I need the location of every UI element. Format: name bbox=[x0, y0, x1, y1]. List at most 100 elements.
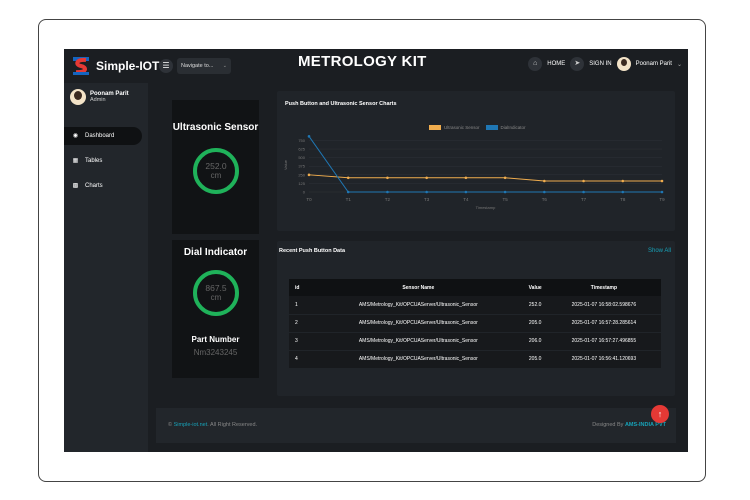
sidebar-item-label: Charts bbox=[85, 183, 103, 189]
cell-value: 205.0 bbox=[523, 350, 547, 369]
x-tick-label: T8 bbox=[620, 197, 626, 202]
app-window: Simple-IOT ☰ Navigate to... ⌄ METROLOGY … bbox=[64, 49, 688, 452]
table-row[interactable]: 1 AMS/Metrology_Kit/OPCUAServer/Ultrason… bbox=[289, 296, 661, 315]
top-navbar: Simple-IOT ☰ Navigate to... ⌄ METROLOGY … bbox=[64, 49, 688, 83]
scroll-to-top-button[interactable]: ↑ bbox=[651, 405, 669, 423]
cell-id: 1 bbox=[289, 296, 313, 315]
data-point bbox=[464, 190, 468, 194]
data-point bbox=[346, 176, 350, 180]
y-tick-label: 250 bbox=[298, 172, 305, 177]
table-panel: Recent Push Button Data Show All id Sens… bbox=[277, 241, 675, 396]
ultrasonic-unit: cm bbox=[210, 171, 222, 180]
cell-id: 4 bbox=[289, 350, 313, 369]
data-point bbox=[425, 176, 428, 180]
ultrasonic-card: Ultrasonic Sensor 252.0 cm bbox=[172, 100, 259, 234]
cell-sensor-name: AMS/Metrology_Kit/OPCUAServer/Ultrasonic… bbox=[313, 350, 524, 369]
part-number-value: Nm3243245 bbox=[193, 348, 238, 357]
sign-in-icon[interactable]: ➤ bbox=[570, 57, 585, 71]
y-axis-label: Value bbox=[283, 159, 288, 170]
cell-timestamp: 2025-01-07 16:56:41.120693 bbox=[546, 350, 661, 369]
home-link[interactable]: HOME bbox=[547, 61, 565, 67]
x-tick-label: T7 bbox=[581, 197, 587, 202]
data-point bbox=[621, 179, 625, 183]
x-tick-label: T5 bbox=[502, 197, 508, 202]
y-tick-label: 500 bbox=[298, 155, 305, 160]
page-title: METROLOGY KIT bbox=[298, 53, 427, 70]
user-avatar-icon[interactable] bbox=[616, 57, 631, 71]
data-point bbox=[660, 190, 664, 194]
sidebar-item-label: Dashboard bbox=[85, 133, 115, 139]
y-tick-label: 625 bbox=[298, 147, 305, 152]
dial-title: Dial Indicator bbox=[183, 247, 248, 258]
data-point bbox=[307, 173, 311, 177]
brand[interactable]: Simple-IOT bbox=[72, 56, 159, 76]
data-point bbox=[582, 190, 585, 194]
table-row[interactable]: 3 AMS/Metrology_Kit/OPCUAServer/Ultrason… bbox=[289, 332, 661, 351]
copyright-symbol: © bbox=[168, 422, 173, 428]
sidebar-user: Poonam Parit Admin bbox=[70, 89, 129, 105]
navigate-select[interactable]: Navigate to... ⌄ bbox=[177, 58, 231, 74]
x-tick-label: T1 bbox=[346, 197, 352, 202]
sidebar-item-label: Tables bbox=[85, 158, 103, 164]
table-row[interactable]: 2 AMS/Metrology_Kit/OPCUAServer/Ultrason… bbox=[289, 314, 661, 333]
cell-id: 2 bbox=[289, 314, 313, 333]
data-point bbox=[543, 179, 546, 183]
cell-value: 205.0 bbox=[523, 314, 547, 333]
user-menu-name[interactable]: Poonam Parit bbox=[636, 61, 672, 67]
sidebar-item-tables[interactable]: ▦ Tables bbox=[64, 152, 142, 170]
cell-sensor-name: AMS/Metrology_Kit/OPCUAServer/Ultrasonic… bbox=[313, 332, 524, 351]
ultrasonic-title: Ultrasonic Sensor bbox=[172, 122, 259, 133]
data-point bbox=[503, 176, 507, 180]
line-chart: 750 625 500 375 250 125 0 Value T0 T1 T2 T3 T4 T5 T6 T7… bbox=[283, 135, 665, 210]
cell-sensor-name: AMS/Metrology_Kit/OPCUAServer/Ultrasonic… bbox=[313, 296, 524, 315]
column-header-timestamp[interactable]: Timestamp bbox=[546, 279, 661, 296]
ultrasonic-value: 252.0 bbox=[205, 161, 227, 171]
home-icon[interactable]: ⌂ bbox=[528, 57, 543, 71]
data-point bbox=[386, 190, 389, 194]
site-link[interactable]: Simple-iot.net bbox=[174, 422, 208, 428]
sidebar: Poonam Parit Admin ◉ Dashboard ▦ Tables … bbox=[64, 83, 148, 452]
y-tick-label: 750 bbox=[298, 138, 305, 143]
column-header-sensor-name[interactable]: Sensor Name bbox=[313, 279, 524, 296]
x-axis-label: Timestamp bbox=[476, 205, 496, 210]
column-header-value[interactable]: Value bbox=[523, 279, 547, 296]
data-point bbox=[346, 190, 350, 194]
menu-toggle-icon[interactable]: ☰ bbox=[159, 59, 173, 73]
cell-timestamp: 2025-01-07 16:57:28.285614 bbox=[546, 314, 661, 333]
sign-in-link[interactable]: SIGN IN bbox=[589, 61, 611, 67]
chevron-down-icon[interactable]: ⌄ bbox=[677, 61, 682, 68]
cell-value: 206.0 bbox=[523, 332, 547, 351]
cell-id: 3 bbox=[289, 332, 313, 351]
ultrasonic-gauge: 252.0 cm bbox=[193, 148, 239, 194]
footer-credit: Designed By AMS-INDIA PVT bbox=[592, 422, 666, 428]
chart-panel: Push Button and Ultrasonic Sensor Charts… bbox=[277, 91, 675, 231]
dial-gauge: 867.5 cm bbox=[193, 270, 239, 316]
data-point bbox=[425, 190, 428, 194]
data-point bbox=[660, 179, 664, 183]
chevron-down-icon: ⌄ bbox=[222, 63, 227, 69]
data-point bbox=[582, 179, 585, 183]
dial-card: Dial Indicator 867.5 cm Part Number Nm32… bbox=[172, 240, 259, 378]
x-tick-label: T0 bbox=[306, 197, 312, 202]
footer: © Simple-iot.net. All Right Reserved. De… bbox=[156, 408, 676, 443]
cell-sensor-name: AMS/Metrology_Kit/OPCUAServer/Ultrasonic… bbox=[313, 314, 524, 333]
column-header-id[interactable]: id bbox=[289, 279, 313, 296]
table-row[interactable]: 4 AMS/Metrology_Kit/OPCUAServer/Ultrason… bbox=[289, 350, 661, 369]
x-tick-label: T3 bbox=[424, 197, 430, 202]
x-tick-label: T6 bbox=[542, 197, 548, 202]
show-all-link[interactable]: Show All bbox=[648, 248, 671, 254]
x-tick-label: T2 bbox=[385, 197, 391, 202]
sidebar-item-charts[interactable]: ▩ Charts bbox=[64, 177, 142, 195]
y-tick-label: 0 bbox=[303, 190, 306, 195]
data-point bbox=[307, 135, 311, 138]
footer-copyright: © Simple-iot.net. All Right Reserved. bbox=[168, 422, 257, 428]
rights-text: . All Right Reserved. bbox=[207, 422, 258, 428]
y-tick-label: 375 bbox=[298, 164, 305, 169]
brand-logo-icon bbox=[72, 56, 90, 76]
brand-name: Simple-IOT bbox=[96, 59, 160, 73]
series-line bbox=[308, 174, 662, 182]
sidebar-item-dashboard[interactable]: ◉ Dashboard bbox=[64, 127, 142, 145]
table-header-row: id Sensor Name Value Timestamp bbox=[289, 279, 661, 296]
data-point bbox=[621, 190, 625, 194]
dial-value: 867.5 bbox=[205, 283, 227, 293]
